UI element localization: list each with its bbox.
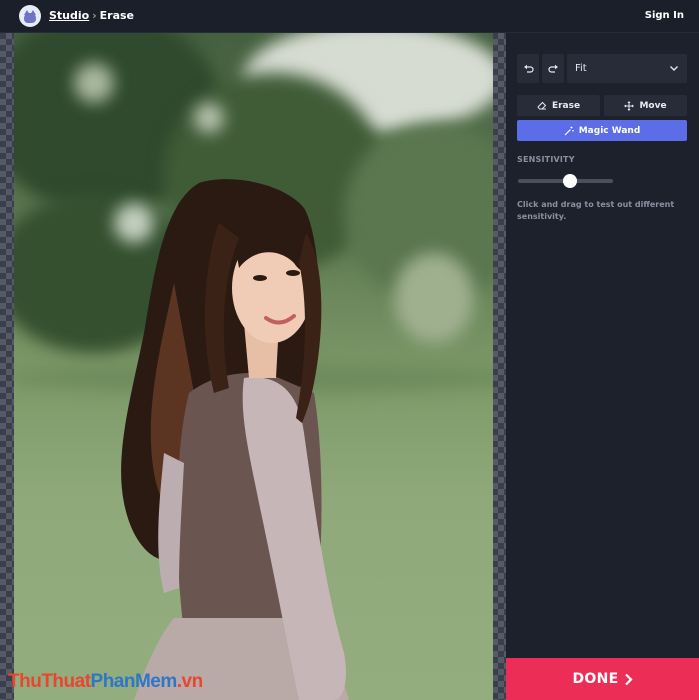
watermark: ThuThuatPhanMem.vn — [8, 671, 203, 693]
watermark-part-1: ThuThuat — [8, 671, 91, 692]
zoom-select[interactable]: Fit — [567, 54, 687, 83]
sign-in-link[interactable]: Sign In — [645, 9, 684, 23]
photo-image — [14, 33, 493, 700]
move-arrows-icon — [624, 100, 635, 111]
done-label: DONE — [572, 671, 619, 687]
cat-avatar-icon[interactable] — [19, 5, 41, 27]
redo-button[interactable] — [542, 54, 564, 83]
erase-tool-button[interactable]: Erase — [517, 95, 600, 116]
breadcrumb-studio-link[interactable]: Studio — [49, 9, 89, 22]
done-button[interactable]: DONE — [506, 658, 699, 700]
page-title: Erase — [99, 9, 134, 22]
chevron-down-icon — [670, 66, 678, 71]
editor-canvas[interactable] — [0, 33, 506, 700]
magic-wand-label: Magic Wand — [578, 125, 641, 136]
sensitivity-hint: Click and drag to test out different sen… — [517, 200, 675, 221]
sensitivity-label: SENSITIVITY — [517, 155, 575, 164]
zoom-select-value: Fit — [575, 63, 587, 74]
breadcrumb-separator: › — [92, 9, 97, 22]
move-tool-button[interactable]: Move — [604, 95, 687, 116]
breadcrumb: Studio › Erase — [49, 9, 134, 23]
magic-wand-icon — [564, 126, 574, 135]
erase-tool-label: Erase — [551, 100, 581, 111]
chevron-right-icon — [624, 673, 633, 685]
eraser-icon — [537, 101, 547, 110]
sensitivity-slider-handle[interactable] — [563, 174, 578, 188]
watermark-part-2: PhanMem — [90, 671, 178, 692]
top-bar: Studio › Erase Sign In — [0, 0, 699, 33]
tool-panel: Fit Erase Move Magic Wand SENSITIVITY Cl… — [506, 33, 699, 700]
magic-wand-button[interactable]: Magic Wand — [517, 120, 687, 141]
person-figure — [121, 179, 349, 700]
redo-icon — [547, 64, 558, 73]
undo-icon — [523, 64, 534, 73]
watermark-part-3: .vn — [176, 671, 203, 692]
move-tool-label: Move — [639, 100, 667, 111]
undo-button[interactable] — [517, 54, 539, 83]
